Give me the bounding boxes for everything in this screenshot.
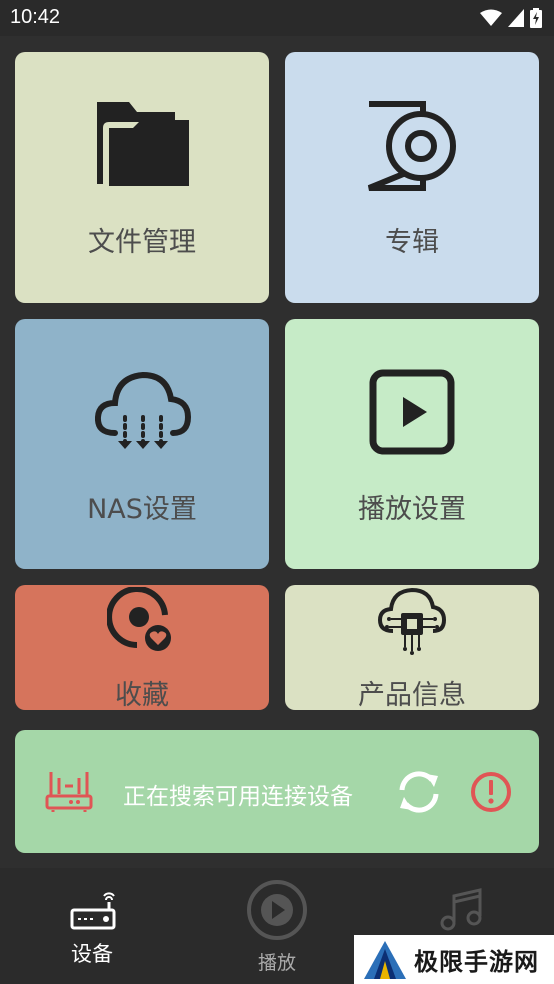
status-bar: 10:42 bbox=[0, 0, 554, 36]
album-label: 专辑 bbox=[385, 227, 439, 258]
nav-label-play: 播放 bbox=[257, 952, 296, 974]
search-status-text: 正在搜索可用连接设备 bbox=[123, 784, 353, 810]
play-square-icon bbox=[369, 369, 455, 455]
file-management-label: 文件管理 bbox=[88, 227, 196, 258]
album-tile[interactable]: 专辑 bbox=[285, 52, 539, 303]
cloud-chip-icon bbox=[377, 587, 447, 655]
album-disc-icon bbox=[367, 101, 456, 191]
file-management-tile[interactable]: 文件管理 bbox=[15, 52, 269, 303]
nas-settings-tile[interactable]: NAS设置 bbox=[15, 319, 269, 569]
status-icons bbox=[480, 8, 542, 28]
router-wifi-icon bbox=[70, 892, 116, 930]
folder-icon bbox=[97, 102, 189, 186]
wifi-icon bbox=[480, 9, 502, 26]
router-icon bbox=[45, 772, 93, 812]
battery-charging-icon bbox=[530, 8, 542, 28]
watermark-logo bbox=[364, 940, 406, 979]
nav-item-device[interactable]: 设备 bbox=[22, 868, 162, 984]
cellular-signal-icon bbox=[508, 9, 524, 27]
watermark: 极限手游网 bbox=[354, 935, 554, 984]
watermark-text: 极限手游网 bbox=[414, 947, 539, 976]
favorite-disc-icon bbox=[107, 587, 171, 651]
nav-label-device: 设备 bbox=[71, 942, 113, 966]
product-info-label: 产品信息 bbox=[358, 680, 466, 711]
nas-settings-label: NAS设置 bbox=[87, 494, 197, 525]
nav-item-play[interactable]: 播放 bbox=[207, 868, 347, 984]
main-content: 文件管理 专辑 NAS设置 播放设置 收藏 产品信息 正在搜索可用连接设备 bbox=[0, 36, 554, 868]
cloud-download-icon bbox=[95, 371, 191, 449]
favorites-tile[interactable]: 收藏 bbox=[15, 585, 269, 711]
music-note-icon bbox=[440, 888, 482, 931]
device-search-bar: 正在搜索可用连接设备 bbox=[15, 730, 539, 853]
refresh-icon[interactable] bbox=[396, 770, 442, 814]
playback-settings-label: 播放设置 bbox=[358, 494, 466, 525]
alert-icon[interactable] bbox=[470, 771, 512, 813]
product-info-tile[interactable]: 产品信息 bbox=[285, 585, 539, 711]
playback-settings-tile[interactable]: 播放设置 bbox=[285, 319, 539, 569]
favorites-label: 收藏 bbox=[115, 680, 169, 711]
play-circle-icon bbox=[247, 880, 307, 940]
status-time: 10:42 bbox=[10, 6, 61, 28]
